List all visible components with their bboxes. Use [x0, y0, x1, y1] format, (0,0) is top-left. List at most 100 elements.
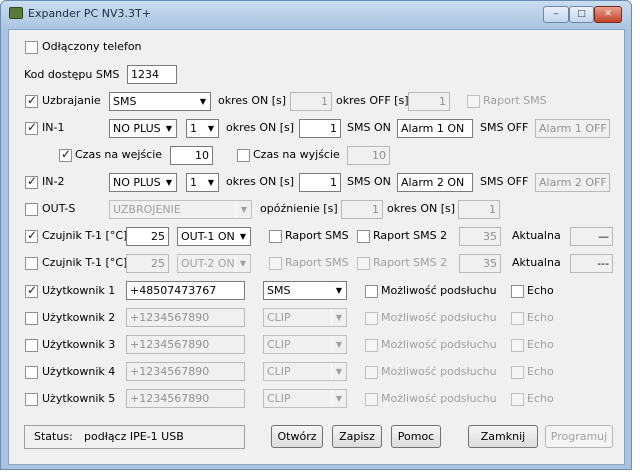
sensor1-temp-input[interactable]: 25 — [126, 227, 169, 246]
dropdown-arrow-icon: ▼ — [331, 336, 346, 353]
user3-label: Użytkownik 3 — [42, 338, 116, 351]
phone-disconnected-checkbox[interactable] — [25, 41, 38, 54]
dropdown-arrow-icon: ▼ — [161, 120, 176, 137]
outs-delay-input[interactable]: 1 — [341, 200, 383, 219]
arming-checkbox[interactable] — [25, 93, 38, 108]
user5-echo-checkbox[interactable] — [511, 393, 524, 406]
exit-time-checkbox[interactable] — [237, 149, 250, 162]
user5-checkbox[interactable] — [25, 393, 38, 406]
in1-checkbox[interactable] — [25, 120, 38, 135]
user1-echo-checkbox[interactable] — [511, 285, 524, 298]
dropdown-arrow-icon: ▼ — [161, 174, 176, 191]
sensor2-report2-checkbox[interactable] — [357, 257, 370, 270]
user5-echo-label: Echo — [527, 392, 554, 405]
user1-mode-select[interactable]: SMS ▼ — [263, 281, 347, 300]
status-panel: Status: podłącz IPE-1 USB — [24, 425, 245, 449]
user4-echo-checkbox[interactable] — [511, 366, 524, 379]
in1-sms-on-input[interactable]: Alarm 1 ON — [397, 119, 473, 138]
in1-sms-on-label: SMS ON — [347, 121, 391, 134]
user3-echo-checkbox[interactable] — [511, 339, 524, 352]
user1-echo-label: Echo — [527, 284, 554, 297]
sensor1-current-label: Aktualna — [512, 229, 561, 242]
user1-label: Użytkownik 1 — [42, 284, 116, 297]
user4-checkbox[interactable] — [25, 366, 38, 379]
in2-num-select[interactable]: 1 ▼ — [186, 173, 219, 192]
dropdown-arrow-icon: ▼ — [195, 93, 210, 110]
user2-mode-select[interactable]: CLIP ▼ — [263, 308, 347, 327]
in1-label: IN-1 — [42, 121, 65, 134]
sensor2-checkbox[interactable] — [25, 257, 38, 270]
in1-mode-select[interactable]: NO PLUS ▼ — [109, 119, 177, 138]
user3-checkbox[interactable] — [25, 339, 38, 352]
arming-select[interactable]: SMS ▼ — [109, 92, 211, 111]
in1-num-select[interactable]: 1 ▼ — [186, 119, 219, 138]
title-bar: Expander PC NV3.3T+ ‒ □ ✕ — [1, 1, 631, 27]
close-button[interactable]: Zamknij — [468, 425, 538, 448]
user2-checkbox[interactable] — [25, 312, 38, 325]
in1-on-input[interactable]: 1 — [299, 119, 341, 138]
user5-label: Użytkownik 5 — [42, 392, 116, 405]
in1-mode-value: NO PLUS — [113, 122, 161, 135]
user5-mode-select[interactable]: CLIP ▼ — [263, 389, 347, 408]
user5-listen-checkbox[interactable] — [365, 393, 378, 406]
user1-phone-input[interactable]: +48507473767 — [126, 281, 245, 300]
save-button[interactable]: Zapisz — [332, 425, 382, 448]
exit-time-input[interactable]: 10 — [347, 146, 390, 165]
user3-phone-input[interactable]: +1234567890 — [126, 335, 245, 354]
arming-report-checkbox[interactable] — [467, 95, 480, 108]
outs-mode-select[interactable]: UZBROJENIE ▼ — [109, 200, 252, 219]
in1-sms-off-input[interactable]: Alarm 1 OFF — [535, 119, 610, 138]
sensor2-output-select[interactable]: OUT-2 ON ▼ — [177, 254, 251, 273]
in2-on-input[interactable]: 1 — [299, 173, 341, 192]
outs-on-input[interactable]: 1 — [458, 200, 500, 219]
dropdown-arrow-icon: ▼ — [331, 309, 346, 326]
user1-checkbox[interactable] — [25, 283, 38, 298]
outs-mode-value: UZBROJENIE — [113, 203, 181, 216]
user3-mode-select[interactable]: CLIP ▼ — [263, 335, 347, 354]
sensor1-report-checkbox[interactable] — [269, 230, 282, 243]
user4-listen-label: Możliwość podsłuchu — [381, 365, 497, 378]
sensor1-checkbox[interactable] — [25, 228, 38, 243]
maximize-button[interactable]: □ — [569, 6, 594, 23]
sensor1-report-label: Raport SMS — [285, 229, 349, 242]
window-title: Expander PC NV3.3T+ — [28, 7, 151, 20]
in2-mode-select[interactable]: NO PLUS ▼ — [109, 173, 177, 192]
in2-sms-on-input[interactable]: Alarm 2 ON — [397, 173, 473, 192]
user1-listen-checkbox[interactable] — [365, 285, 378, 298]
user4-mode-select[interactable]: CLIP ▼ — [263, 362, 347, 381]
user2-phone-input[interactable]: +1234567890 — [126, 308, 245, 327]
sensor1-output-select[interactable]: OUT-1 ON ▼ — [177, 227, 251, 246]
phone-disconnected-label: Odłączony telefon — [42, 40, 142, 53]
sensor2-report-checkbox[interactable] — [269, 257, 282, 270]
user2-mode-value: CLIP — [267, 311, 291, 324]
in2-checkbox[interactable] — [25, 174, 38, 189]
user2-echo-checkbox[interactable] — [511, 312, 524, 325]
outs-checkbox[interactable] — [25, 203, 38, 216]
entry-time-checkbox[interactable] — [59, 147, 72, 162]
help-button[interactable]: Pomoc — [391, 425, 441, 448]
in2-sms-on-label: SMS ON — [347, 175, 391, 188]
user2-listen-checkbox[interactable] — [365, 312, 378, 325]
exit-time-label: Czas na wyjście — [253, 148, 340, 161]
minimize-button[interactable]: ‒ — [543, 6, 569, 23]
open-button[interactable]: Otwórz — [271, 425, 323, 448]
sensor2-report2-input[interactable]: 35 — [459, 254, 501, 273]
close-window-button[interactable]: ✕ — [594, 6, 622, 23]
user5-phone-input[interactable]: +1234567890 — [126, 389, 245, 408]
arming-on-input[interactable]: 1 — [290, 92, 332, 111]
sensor1-report2-input[interactable]: 35 — [459, 227, 501, 246]
sms-code-input[interactable]: 1234 — [127, 65, 177, 84]
program-button[interactable]: Programuj — [545, 425, 613, 448]
entry-time-input[interactable]: 10 — [170, 146, 213, 165]
user4-phone-input[interactable]: +1234567890 — [126, 362, 245, 381]
user3-listen-checkbox[interactable] — [365, 339, 378, 352]
sensor1-report2-checkbox[interactable] — [357, 230, 370, 243]
arming-off-input[interactable]: 1 — [408, 92, 450, 111]
sensor2-temp-input[interactable]: 25 — [126, 254, 169, 273]
entry-time-label: Czas na wejście — [75, 148, 163, 161]
user4-listen-checkbox[interactable] — [365, 366, 378, 379]
in1-on-label: okres ON [s] — [226, 121, 295, 134]
in2-sms-off-input[interactable]: Alarm 2 OFF — [535, 173, 610, 192]
arming-label: Uzbrajanie — [42, 94, 101, 107]
in2-num-value: 1 — [190, 176, 197, 189]
